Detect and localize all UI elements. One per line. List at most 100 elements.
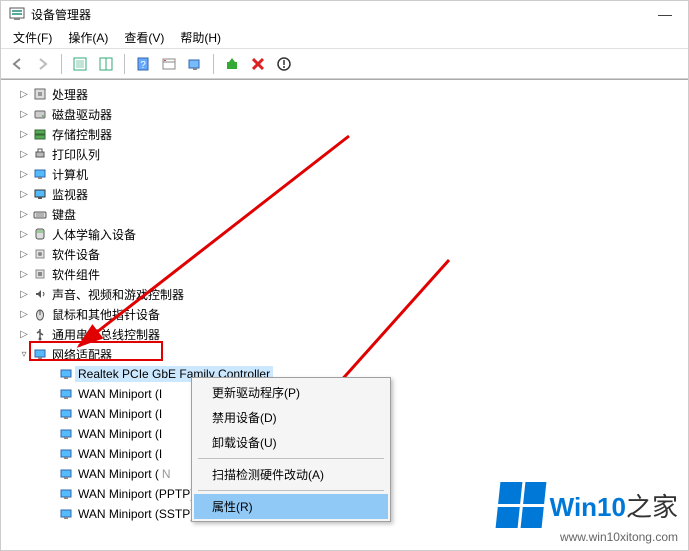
disk-icon [31, 107, 49, 121]
tree-node-monitor[interactable]: ▷ 监视器 [11, 184, 688, 204]
tree-node-software-component[interactable]: ▷ 软件组件 [11, 264, 688, 284]
tree-node-hid[interactable]: ▷ 人体学输入设备 [11, 224, 688, 244]
context-menu: 更新驱动程序(P) 禁用设备(D) 卸载设备(U) 扫描检测硬件改动(A) 属性… [191, 377, 391, 522]
software-device-icon [31, 247, 49, 261]
disable-button[interactable] [246, 52, 270, 76]
network-device-icon [57, 427, 75, 441]
tree-node-sound[interactable]: ▷ 声音、视频和游戏控制器 [11, 284, 688, 304]
expander-icon[interactable]: ▷ [17, 169, 31, 180]
toolbar-separator-2 [124, 54, 125, 74]
node-label: 打印队列 [49, 145, 103, 164]
ctx-separator [198, 458, 384, 459]
svg-text:?: ? [140, 60, 146, 71]
node-label: 计算机 [49, 165, 91, 184]
scan-button[interactable] [183, 52, 207, 76]
toolbar-separator-3 [213, 54, 214, 74]
ctx-disable-device[interactable]: 禁用设备(D) [194, 405, 388, 430]
node-label: 软件组件 [49, 265, 103, 284]
update-driver-button[interactable] [220, 52, 244, 76]
device-manager-icon [9, 6, 25, 22]
menubar: 文件(F) 操作(A) 查看(V) 帮助(H) [1, 27, 688, 49]
toolbar: ? [1, 49, 688, 79]
tree-node-computer[interactable]: ▷ 计算机 [11, 164, 688, 184]
tree-node-disk[interactable]: ▷ 磁盘驱动器 [11, 104, 688, 124]
network-device-icon [57, 387, 75, 401]
node-label-suffix: N [162, 467, 171, 481]
network-adapter-icon [31, 347, 49, 361]
windows-logo-icon [495, 482, 546, 528]
expander-icon[interactable]: ▷ [17, 309, 31, 320]
node-label: WAN Miniport (I [75, 386, 165, 402]
tree-node-software-device[interactable]: ▷ 软件设备 [11, 244, 688, 264]
expander-icon[interactable]: ▷ [17, 189, 31, 200]
expander-icon[interactable]: ▷ [17, 229, 31, 240]
expander-icon[interactable]: ▷ [17, 109, 31, 120]
network-device-icon [57, 467, 75, 481]
expander-icon[interactable]: ▷ [17, 89, 31, 100]
brand-accent: Win10 [550, 492, 626, 522]
expander-icon[interactable]: ▷ [17, 209, 31, 220]
computer-icon [31, 167, 49, 181]
network-device-icon [57, 487, 75, 501]
tree-node-network[interactable]: ▿ 网络适配器 [11, 344, 688, 364]
uninstall-button[interactable] [272, 52, 296, 76]
menu-view[interactable]: 查看(V) [118, 27, 170, 48]
mouse-icon [31, 307, 49, 321]
node-label: 监视器 [49, 185, 91, 204]
network-device-icon [57, 447, 75, 461]
titlebar: 设备管理器 — [1, 1, 688, 27]
tree-node-cpu[interactable]: ▷ 处理器 [11, 84, 688, 104]
node-label: 鼠标和其他指针设备 [49, 305, 163, 324]
tree-node-mouse[interactable]: ▷ 鼠标和其他指针设备 [11, 304, 688, 324]
ctx-separator-2 [198, 490, 384, 491]
node-label: WAN Miniport (PPTP) [75, 486, 197, 502]
node-label: 磁盘驱动器 [49, 105, 115, 124]
ctx-properties[interactable]: 属性(R) [194, 494, 388, 519]
help-button[interactable]: ? [131, 52, 155, 76]
monitor-icon [31, 187, 49, 201]
ctx-uninstall-device[interactable]: 卸载设备(U) [194, 430, 388, 455]
expander-icon[interactable]: ▷ [17, 289, 31, 300]
forward-button[interactable] [31, 52, 55, 76]
node-label: WAN Miniport (I [75, 426, 165, 442]
watermark-brand: Win10之家 [550, 487, 678, 524]
view-columns-button[interactable] [94, 52, 118, 76]
toolbar-separator [61, 54, 62, 74]
menu-file[interactable]: 文件(F) [7, 27, 58, 48]
ctx-update-driver[interactable]: 更新驱动程序(P) [194, 380, 388, 405]
tree-node-printqueue[interactable]: ▷ 打印队列 [11, 144, 688, 164]
expander-icon[interactable]: ▿ [17, 349, 31, 360]
minimize-button[interactable]: — [650, 6, 680, 22]
cpu-icon [31, 87, 49, 101]
expander-icon[interactable]: ▷ [17, 249, 31, 260]
storage-controller-icon [31, 127, 49, 141]
network-device-icon [57, 407, 75, 421]
tree-node-keyboard[interactable]: ▷ 键盘 [11, 204, 688, 224]
properties-button[interactable] [157, 52, 181, 76]
network-device-icon [57, 507, 75, 521]
expander-icon[interactable]: ▷ [17, 129, 31, 140]
back-button[interactable] [5, 52, 29, 76]
watermark-url: www.win10xitong.com [498, 530, 678, 544]
tree-node-usb[interactable]: ▷ 通用串行总线控制器 [11, 324, 688, 344]
menu-help[interactable]: 帮助(H) [174, 27, 227, 48]
tree-node-storage[interactable]: ▷ 存储控制器 [11, 124, 688, 144]
ctx-scan-hardware[interactable]: 扫描检测硬件改动(A) [194, 462, 388, 487]
brand-rest: 之家 [626, 492, 678, 522]
node-label: WAN Miniport (I [75, 446, 165, 462]
expander-icon[interactable]: ▷ [17, 149, 31, 160]
window-title: 设备管理器 [31, 6, 650, 23]
expander-icon[interactable]: ▷ [17, 329, 31, 340]
printer-icon [31, 147, 49, 161]
node-label: 人体学输入设备 [49, 225, 139, 244]
show-hidden-button[interactable] [68, 52, 92, 76]
expander-icon[interactable]: ▷ [17, 269, 31, 280]
watermark: Win10之家 www.win10xitong.com [498, 482, 678, 544]
node-label: 键盘 [49, 205, 79, 224]
node-label: 通用串行总线控制器 [49, 325, 163, 344]
menu-action[interactable]: 操作(A) [62, 27, 114, 48]
usb-icon [31, 327, 49, 341]
node-label: WAN Miniport (I [75, 406, 165, 422]
node-label: 声音、视频和游戏控制器 [49, 285, 187, 304]
software-component-icon [31, 267, 49, 281]
